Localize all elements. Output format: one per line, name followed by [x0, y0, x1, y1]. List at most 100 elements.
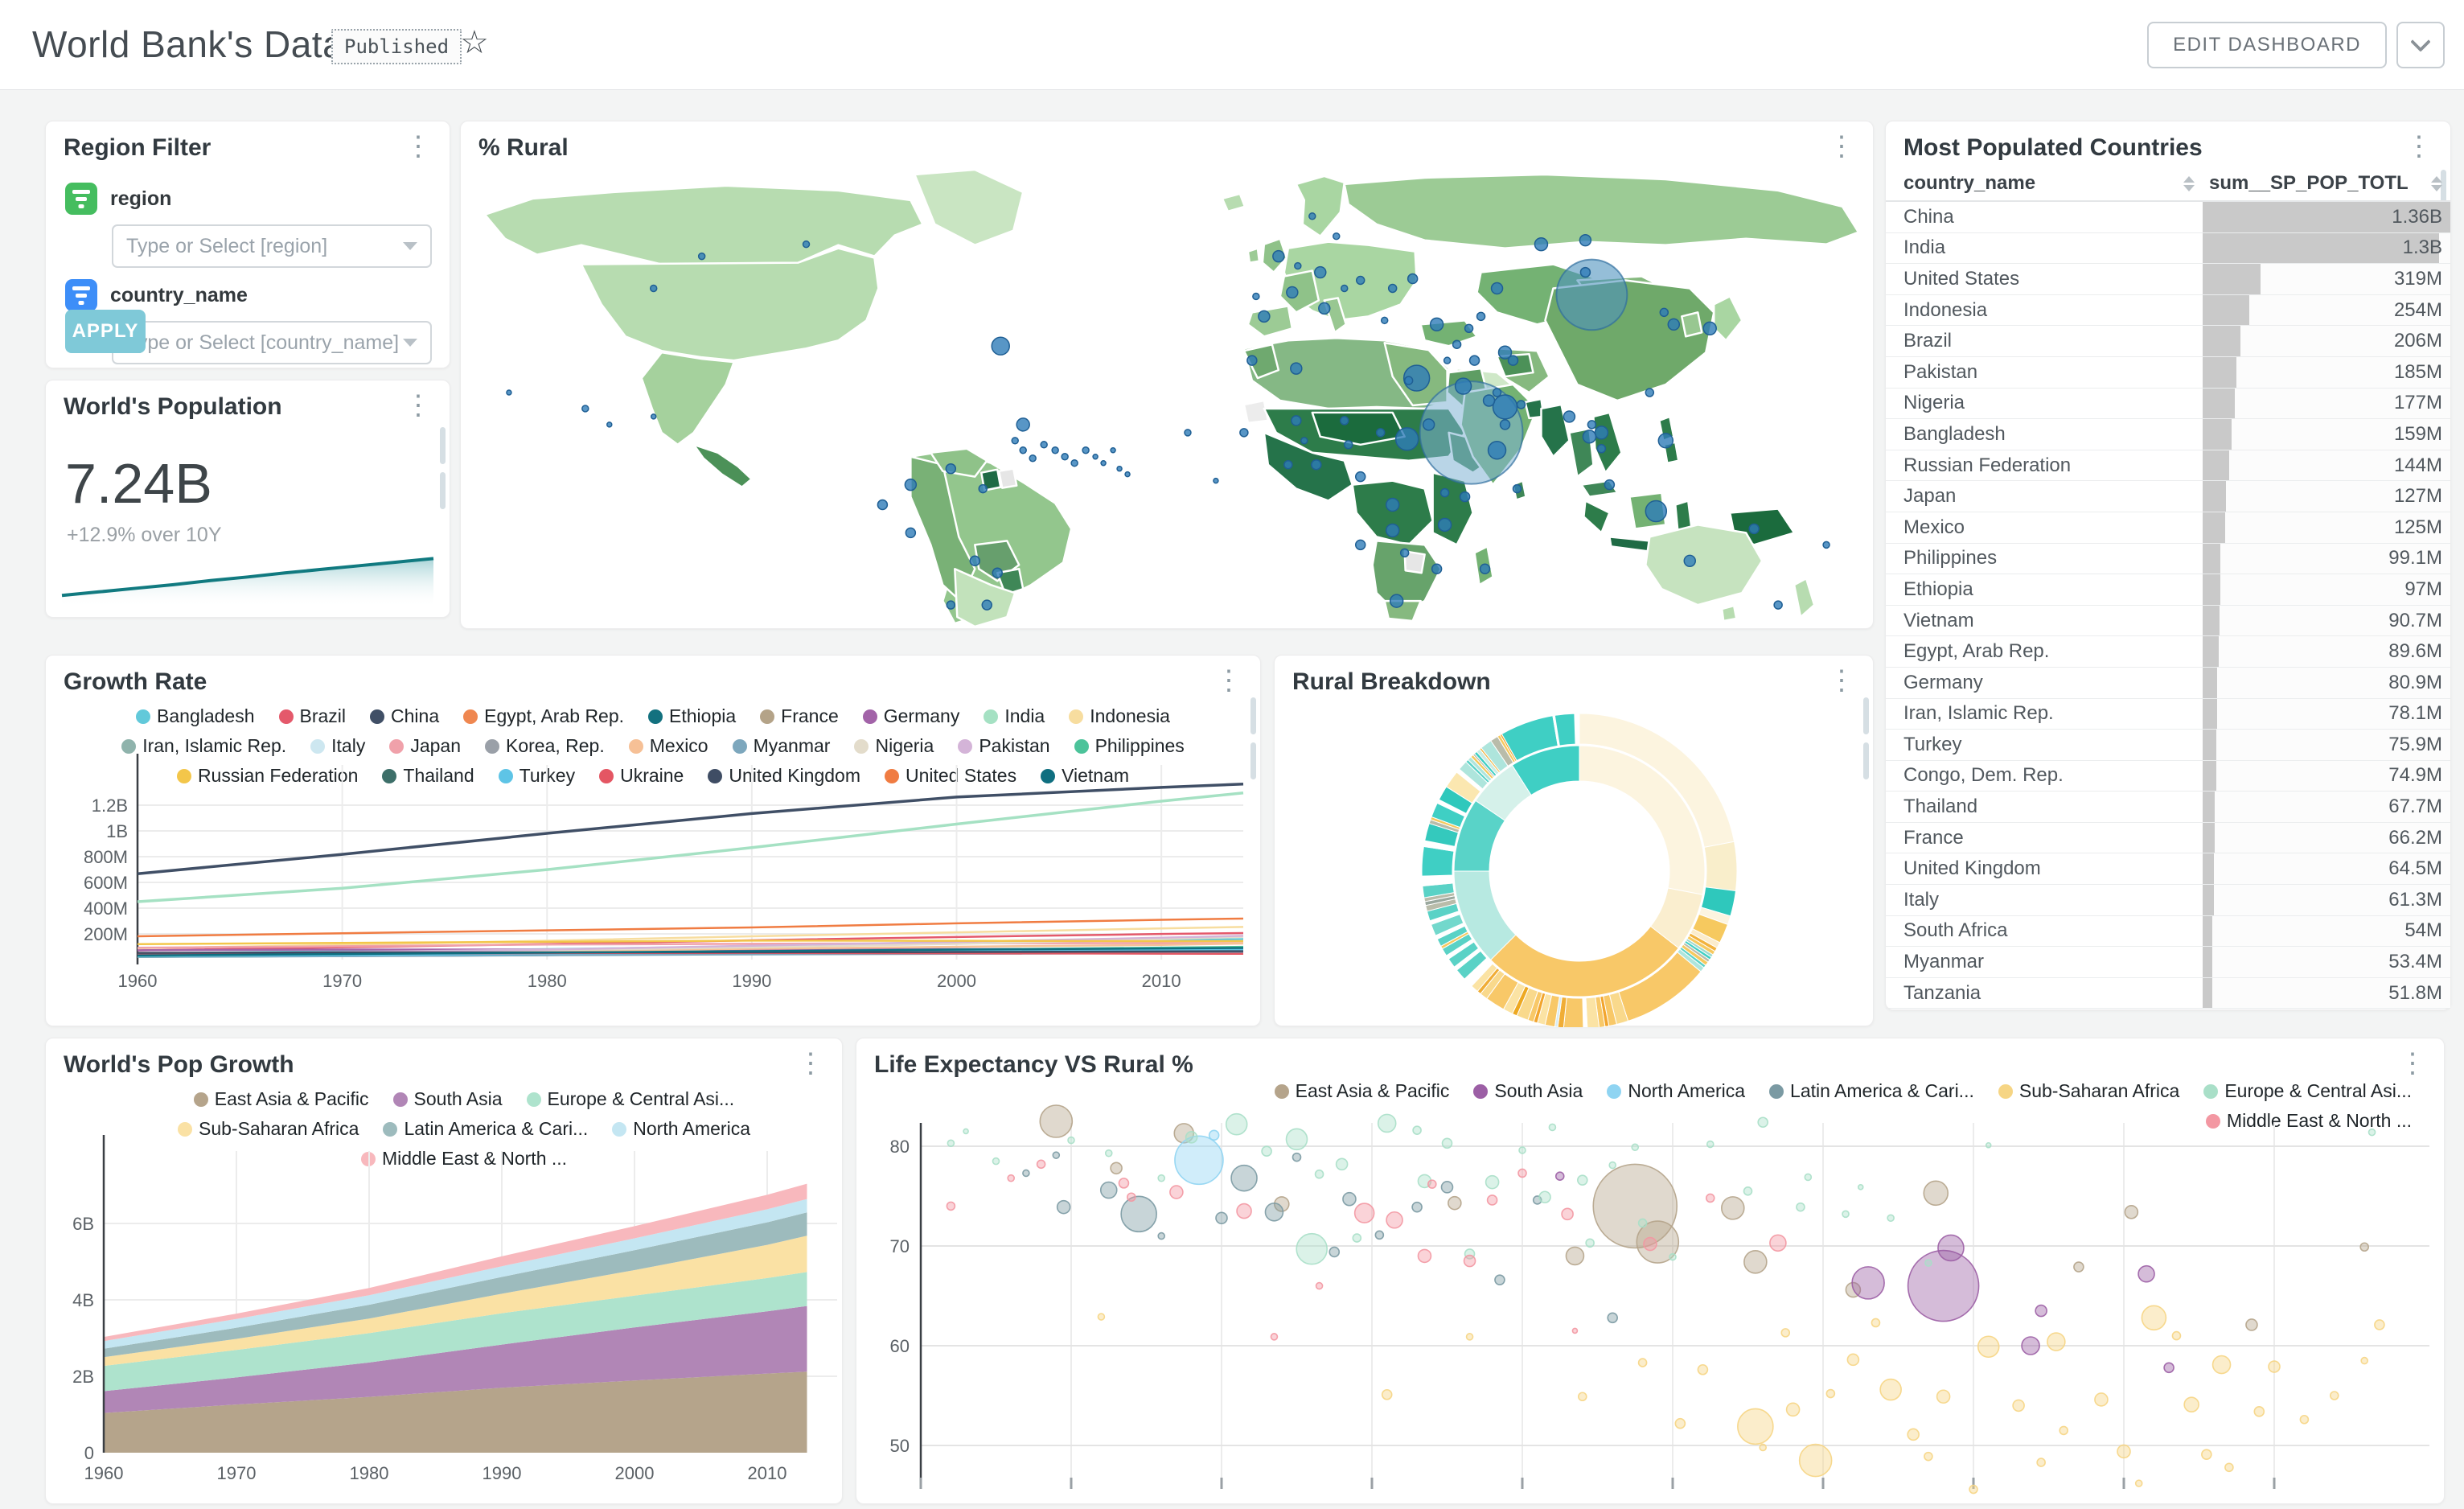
table-row: Indonesia254M — [1886, 295, 2450, 327]
edit-dashboard-button[interactable]: EDIT DASHBOARD — [2147, 22, 2387, 68]
population-cell: 53.4M — [2203, 947, 2450, 977]
table-row: Philippines99.1M — [1886, 544, 2450, 575]
filter-label: country_name — [110, 284, 248, 307]
kebab-menu-icon[interactable]: ⋮ — [398, 389, 438, 422]
value-bar — [2203, 481, 2226, 512]
value-bar — [2203, 636, 2219, 667]
value-text: 127M — [2394, 481, 2442, 512]
bubble-scatter-chart[interactable]: 80706050 — [856, 1038, 2446, 1505]
country-name-cell: Vietnam — [1886, 606, 2203, 636]
table-row: Germany80.9M — [1886, 668, 2450, 699]
svg-text:6B: 6B — [72, 1214, 94, 1234]
kebab-menu-icon[interactable]: ⋮ — [2399, 130, 2439, 163]
svg-text:600M: 600M — [84, 873, 128, 893]
published-badge[interactable]: Published — [331, 29, 462, 64]
population-cell: 144M — [2203, 450, 2450, 481]
country-name-cell: Congo, Dem. Rep. — [1886, 761, 2203, 792]
filter-funnel-icon — [65, 279, 97, 311]
population-sparkline-chart[interactable] — [60, 538, 435, 607]
value-text: 51.8M — [2388, 978, 2442, 1009]
value-bar — [2203, 357, 2236, 388]
value-text: 1.3B — [2403, 233, 2442, 264]
value-bar — [2203, 699, 2217, 730]
resize-handle[interactable] — [440, 427, 446, 464]
svg-text:1980: 1980 — [350, 1463, 389, 1483]
favorite-star-icon[interactable]: ☆ — [460, 24, 489, 61]
growth-line-chart[interactable]: 200M400M600M800M1B1.2B196019701980199020… — [46, 656, 1262, 1027]
page-title: World Bank's Data — [32, 23, 343, 66]
population-cell: 64.5M — [2203, 853, 2450, 884]
svg-text:70: 70 — [890, 1236, 910, 1256]
value-text: 90.7M — [2388, 606, 2442, 636]
value-bar — [2203, 574, 2220, 605]
filter-field-region: region — [65, 183, 171, 215]
population-cell: 159M — [2203, 419, 2450, 450]
population-cell: 254M — [2203, 295, 2450, 326]
value-bar — [2203, 978, 2212, 1009]
population-cell: 89.6M — [2203, 636, 2450, 667]
world-choropleth-map[interactable] — [461, 168, 1873, 627]
select-placeholder: Type or Select [country_name] — [126, 331, 403, 355]
country-name-cell: Tanzania — [1886, 978, 2203, 1009]
table-row: Russian Federation144M — [1886, 450, 2450, 482]
table-row: Turkey75.9M — [1886, 730, 2450, 761]
life-expectancy-card: Life Expectancy VS Rural % ⋮ East Asia &… — [856, 1038, 2445, 1504]
table-row: Myanmar53.4M — [1886, 947, 2450, 978]
country-name-cell: Italy — [1886, 885, 2203, 915]
svg-text:2000: 2000 — [615, 1463, 655, 1483]
table-row: Iran, Islamic Rep.78.1M — [1886, 699, 2450, 730]
population-cell: 75.9M — [2203, 730, 2450, 760]
country-name-select[interactable]: Type or Select [country_name] — [112, 321, 432, 364]
edit-dashboard-caret-button[interactable] — [2396, 22, 2445, 68]
country-name-cell: Nigeria — [1886, 389, 2203, 419]
sort-icon — [2183, 176, 2195, 191]
filter-funnel-icon — [65, 183, 97, 215]
chevron-down-icon — [2410, 31, 2430, 51]
value-text: 319M — [2394, 264, 2442, 294]
value-bar — [2203, 916, 2212, 947]
table-row: Nigeria177M — [1886, 389, 2450, 420]
population-cell: 125M — [2203, 512, 2450, 543]
svg-text:2010: 2010 — [1142, 971, 1181, 991]
svg-text:1990: 1990 — [483, 1463, 522, 1483]
population-cell: 177M — [2203, 389, 2450, 419]
value-bar — [2203, 823, 2215, 853]
top-countries-card: Most Populated Countries ⋮ country_name … — [1885, 121, 2451, 1010]
region-select[interactable]: Type or Select [region] — [112, 224, 432, 268]
value-text: 67.7M — [2388, 792, 2442, 822]
table-row: Japan127M — [1886, 481, 2450, 512]
country-name-cell: United States — [1886, 264, 2203, 294]
kebab-menu-icon[interactable]: ⋮ — [1821, 130, 1862, 163]
svg-text:800M: 800M — [84, 847, 128, 867]
value-text: 206M — [2394, 326, 2442, 356]
table-row: Ethiopia97M — [1886, 574, 2450, 606]
kebab-menu-icon[interactable]: ⋮ — [398, 130, 438, 163]
country-name-cell: Brazil — [1886, 326, 2203, 356]
value-bar — [2203, 792, 2215, 822]
apply-button[interactable]: APPLY — [65, 310, 146, 353]
population-cell: 97M — [2203, 574, 2450, 605]
country-name-cell: Egypt, Arab Rep. — [1886, 636, 2203, 667]
table-row: Egypt, Arab Rep.89.6M — [1886, 636, 2450, 668]
table-header: country_name sum__SP_POP_TOTL — [1886, 167, 2450, 202]
population-cell: 1.36B — [2203, 202, 2450, 232]
resize-handle[interactable] — [440, 472, 446, 509]
svg-text:2B: 2B — [72, 1367, 94, 1387]
value-text: 185M — [2394, 357, 2442, 388]
card-title: Region Filter — [64, 134, 211, 162]
country-name-cell: China — [1886, 202, 2203, 232]
table-row: Congo, Dem. Rep.74.9M — [1886, 761, 2450, 792]
column-header-population[interactable]: sum__SP_POP_TOTL — [2203, 172, 2450, 195]
country-name-cell: Bangladesh — [1886, 419, 2203, 450]
country-name-cell: India — [1886, 233, 2203, 264]
value-text: 53.4M — [2388, 947, 2442, 977]
rural-sunburst-chart[interactable] — [1275, 656, 1875, 1027]
population-cell: 206M — [2203, 326, 2450, 356]
value-text: 97M — [2404, 574, 2442, 605]
stacked-area-chart[interactable]: 02B4B6B196019701980199020002010 — [46, 1038, 844, 1505]
svg-text:1.2B: 1.2B — [92, 796, 128, 816]
column-header-country[interactable]: country_name — [1886, 172, 2203, 195]
country-name-cell: Indonesia — [1886, 295, 2203, 326]
country-name-cell: Iran, Islamic Rep. — [1886, 699, 2203, 730]
svg-text:4B: 4B — [72, 1290, 94, 1310]
